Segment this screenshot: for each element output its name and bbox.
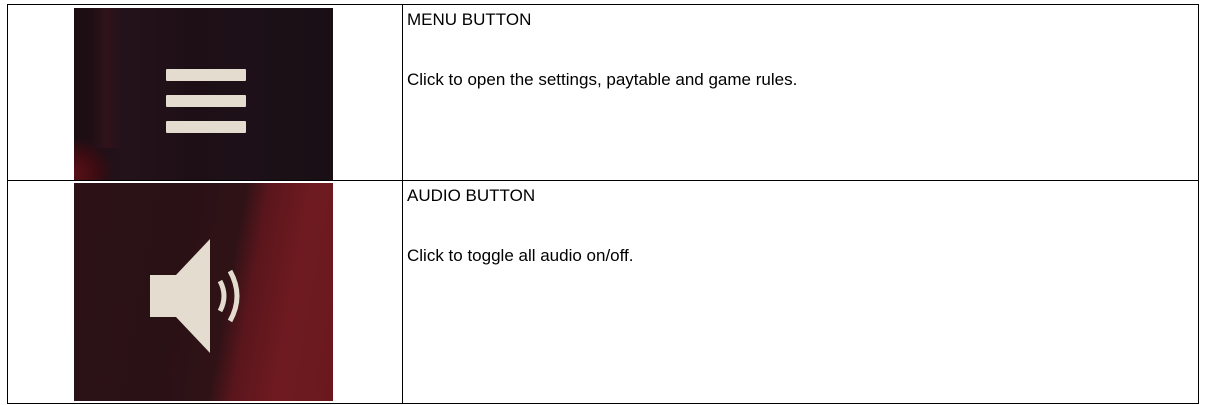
menu-button-title: MENU BUTTON xyxy=(407,10,532,29)
audio-button-title: AUDIO BUTTON xyxy=(407,186,536,205)
menu-button-description: Click to open the settings, paytable and… xyxy=(407,70,798,89)
menu-icon xyxy=(166,69,246,139)
audio-button-screenshot xyxy=(74,183,333,401)
menu-button-screenshot xyxy=(74,8,333,180)
image-cell-audio xyxy=(7,180,403,404)
table-row-menu: MENU BUTTON Click to open the settings, … xyxy=(7,4,1199,181)
audio-button-description: Click to toggle all audio on/off. xyxy=(407,246,634,265)
text-cell-audio: AUDIO BUTTON Click to toggle all audio o… xyxy=(402,180,1199,404)
help-table: MENU BUTTON Click to open the settings, … xyxy=(7,4,1199,404)
table-row-audio: AUDIO BUTTON Click to toggle all audio o… xyxy=(7,180,1199,404)
speaker-icon xyxy=(150,239,240,353)
image-cell-menu xyxy=(7,4,403,181)
text-cell-menu: MENU BUTTON Click to open the settings, … xyxy=(402,4,1199,181)
